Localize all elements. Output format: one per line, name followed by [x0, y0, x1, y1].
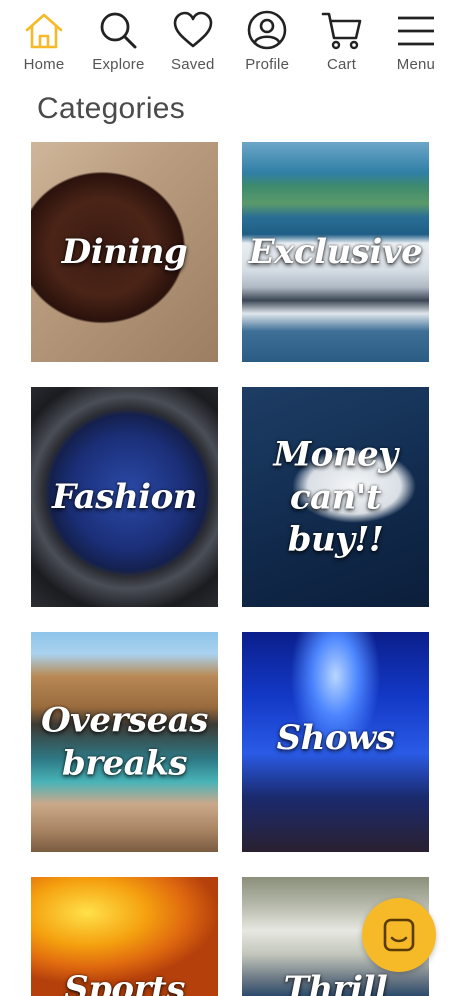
category-label-shows: Shows	[276, 717, 395, 758]
nav-profile-label: Profile	[245, 56, 290, 73]
nav-menu-label: Menu	[396, 56, 436, 73]
category-tile-fashion[interactable]: Fashion	[31, 387, 218, 607]
category-tile-exclusive[interactable]: Exclusive	[242, 142, 429, 362]
nav-home-label: Home	[23, 56, 65, 73]
nav-profile[interactable]: Profile	[240, 0, 294, 78]
nav-saved[interactable]: Saved	[166, 0, 220, 78]
chat-button[interactable]	[362, 898, 436, 972]
category-label-overseas-breaks: Overseas breaks	[41, 700, 208, 784]
cart-icon	[321, 12, 361, 50]
nav-cart-label: Cart	[326, 56, 357, 73]
heart-icon	[173, 11, 213, 48]
category-label-sports: Sports	[64, 968, 185, 996]
nav-saved-label: Saved	[171, 56, 215, 73]
category-label-dining: Dining	[61, 231, 188, 272]
top-nav: Home Explore Saved Profile Cart Menu	[0, 0, 460, 78]
nav-menu[interactable]: Menu	[389, 0, 443, 78]
home-icon	[25, 13, 63, 49]
category-label-exclusive: Exclusive	[248, 231, 423, 272]
category-tile-dining[interactable]: Dining	[31, 142, 218, 362]
menu-icon	[397, 16, 434, 46]
chat-icon	[383, 918, 415, 952]
nav-explore-label: Explore	[92, 56, 145, 73]
nav-explore[interactable]: Explore	[91, 0, 145, 78]
category-label-fashion: Fashion	[52, 476, 197, 517]
search-icon	[100, 12, 137, 49]
page-title: Categories	[37, 92, 186, 125]
user-icon	[247, 10, 287, 50]
nav-home[interactable]: Home	[17, 0, 71, 78]
category-tile-overseas-breaks[interactable]: Overseas breaks	[31, 632, 218, 852]
category-tile-sports[interactable]: Sports	[31, 877, 218, 996]
category-tile-money-cant-buy[interactable]: Money can't buy!!	[242, 387, 429, 607]
category-label-money-cant-buy: Money can't buy!!	[273, 434, 398, 560]
category-tile-shows[interactable]: Shows	[242, 632, 429, 852]
nav-cart[interactable]: Cart	[315, 0, 369, 78]
